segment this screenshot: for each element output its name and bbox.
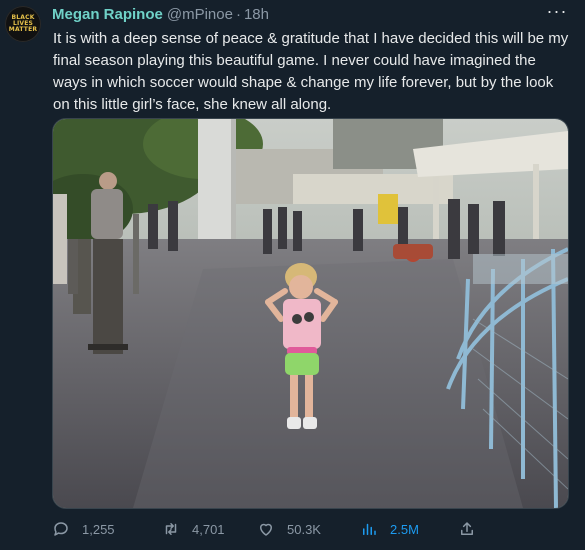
reply-icon bbox=[54, 522, 68, 536]
timestamp[interactable]: 18h bbox=[244, 6, 269, 23]
views-button[interactable]: 2.5M bbox=[360, 518, 419, 540]
like-count: 50.3K bbox=[287, 521, 321, 537]
retweet-icon bbox=[165, 523, 177, 535]
avatar-badge-text: BLACK LIVES MATTER bbox=[8, 14, 38, 33]
user-handle[interactable]: @mPinoe bbox=[167, 6, 233, 23]
tweet-text: It is with a deep sense of peace & grati… bbox=[53, 30, 569, 113]
share-icon bbox=[461, 522, 473, 535]
reply-button[interactable]: 1,255 bbox=[52, 518, 115, 540]
photo-illustration bbox=[53, 119, 568, 508]
view-count: 2.5M bbox=[390, 521, 419, 537]
like-icon bbox=[260, 523, 272, 536]
retweet-button[interactable]: 4,701 bbox=[162, 518, 225, 540]
tweet-header: Megan Rapinoe @mPinoe · 18h bbox=[52, 6, 269, 26]
tweet-photo[interactable] bbox=[52, 118, 569, 509]
retweet-count: 4,701 bbox=[192, 521, 225, 537]
separator-dot: · bbox=[235, 6, 241, 23]
views-icon bbox=[363, 523, 376, 535]
more-options-button[interactable]: ··· bbox=[545, 2, 569, 24]
reply-count: 1,255 bbox=[82, 521, 115, 537]
tweet-actions: 1,255 4,701 50.3K 2.5M bbox=[52, 518, 572, 540]
display-name[interactable]: Megan Rapinoe bbox=[52, 6, 163, 23]
avatar[interactable]: BLACK LIVES MATTER bbox=[5, 6, 41, 42]
like-button[interactable]: 50.3K bbox=[257, 518, 321, 540]
share-button[interactable] bbox=[458, 518, 488, 540]
tweet: BLACK LIVES MATTER Megan Rapinoe @mPinoe… bbox=[0, 0, 585, 550]
